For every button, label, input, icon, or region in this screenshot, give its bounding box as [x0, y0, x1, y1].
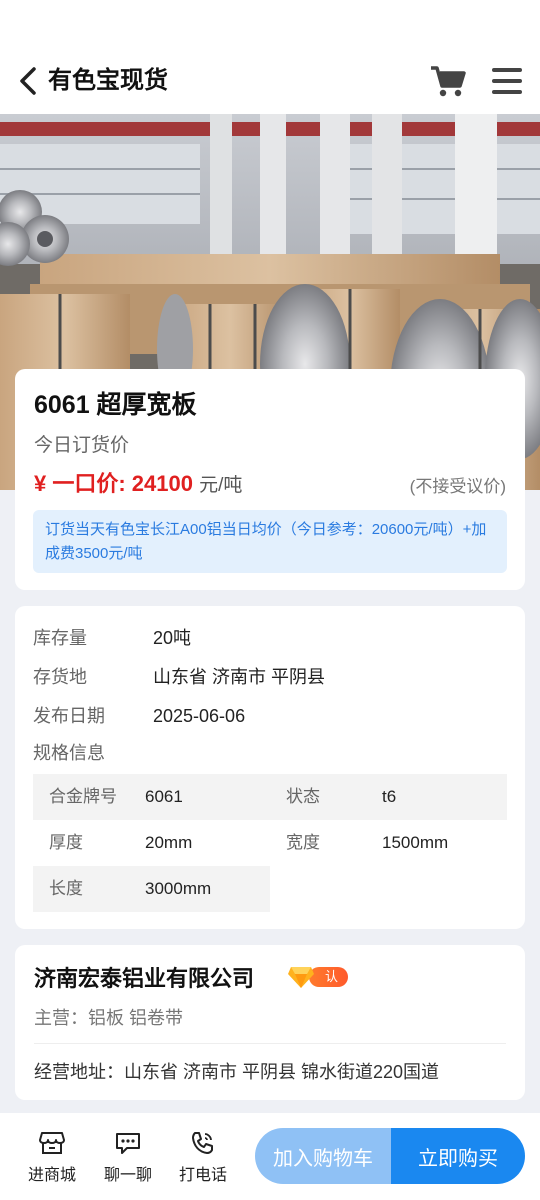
spec-cell: 宽度 1500mm — [270, 820, 507, 866]
date-value: 2025-06-06 — [153, 706, 246, 726]
spec-cell: 合金牌号 6061 — [33, 774, 270, 820]
product-name: 6061 超厚宽板 — [34, 391, 197, 419]
spec-key: 厚度 — [49, 833, 83, 852]
diamond-icon — [288, 967, 314, 988]
spec-value: 6061 — [145, 787, 183, 806]
price-card: 6061 超厚宽板 今日订货价 ¥ 一口价: 24100 元/吨 (不接受议价)… — [15, 369, 525, 590]
price-value: ¥ 一口价: 24100 元/吨 — [34, 466, 242, 498]
call-label: 打电话 — [178, 1167, 227, 1184]
stock-row: 库存量 20吨 — [33, 624, 191, 650]
add-to-cart-button[interactable]: 加入购物车 — [255, 1128, 391, 1184]
call-button[interactable]: 打电话 — [171, 1131, 235, 1185]
location-value: 山东省 济南市 平阴县 — [153, 667, 326, 687]
price-unit: 元/吨 — [199, 475, 243, 496]
main-business: 主营：铝板 铝卷带 — [34, 1008, 184, 1028]
shop-label: 进商城 — [27, 1167, 76, 1184]
spec-cell: 长度 3000mm — [33, 866, 270, 912]
company-address: 经营地址：山东省 济南市 平阴县 锦水街道220国道 — [34, 1062, 440, 1082]
chat-button[interactable]: 聊一聊 — [96, 1131, 160, 1185]
location-label: 存货地 — [33, 667, 87, 687]
spec-key: 状态 — [286, 787, 320, 806]
buy-now-button[interactable]: 立即购买 — [391, 1128, 525, 1184]
spec-value: 3000mm — [145, 879, 212, 898]
spec-value: t6 — [382, 787, 397, 806]
date-row: 发布日期 2025-06-06 — [33, 702, 245, 728]
price-label: 今日订货价 — [34, 435, 130, 456]
store-icon — [39, 1132, 65, 1154]
shop-button[interactable]: 进商城 — [20, 1131, 84, 1185]
spec-key: 长度 — [49, 879, 83, 898]
page-title: 有色宝现货 — [48, 67, 168, 94]
price-amount: ¥ 一口价: 24100 — [34, 471, 193, 496]
location-row: 存货地 山东省 济南市 平阴县 — [33, 663, 325, 689]
bottom-action-bar: 进商城 聊一聊 打电话 加入购物车 立即购买 — [0, 1113, 540, 1200]
spec-value: 20mm — [145, 833, 193, 852]
phone-icon — [192, 1132, 213, 1154]
hamburger-menu-icon[interactable] — [490, 66, 524, 96]
pricing-formula-note: 订货当天有色宝长江A00铝当日均价（今日参考：20600元/吨）+加成费3500… — [33, 510, 507, 573]
company-name[interactable]: 济南宏泰铝业有限公司 — [34, 961, 254, 993]
stock-value: 20吨 — [153, 628, 192, 648]
no-bargain-note: (不接受议价) — [409, 477, 506, 496]
chat-icon — [116, 1133, 140, 1154]
spec-cell: 状态 t6 — [270, 774, 507, 820]
product-info-card: 库存量 20吨 存货地 山东省 济南市 平阴县 发布日期 2025-06-06 规格信… — [15, 606, 525, 929]
top-navigation-bar: 有色宝现货 — [0, 0, 540, 114]
date-label: 发布日期 — [33, 706, 105, 726]
spec-title: 规格信息 — [33, 743, 105, 763]
stock-label: 库存量 — [33, 628, 87, 648]
spec-value: 1500mm — [382, 833, 449, 852]
chevron-left-icon[interactable] — [14, 64, 44, 98]
cart-icon[interactable] — [430, 64, 466, 98]
company-card[interactable]: 济南宏泰铝业有限公司 认证 主营：铝板 铝卷带 经营地址：山东省 济南市 平阴县… — [15, 945, 525, 1100]
divider — [34, 1043, 506, 1044]
spec-key: 合金牌号 — [49, 787, 117, 806]
spec-cell: 厚度 20mm — [33, 820, 270, 866]
chat-label: 聊一聊 — [103, 1167, 152, 1184]
spec-key: 宽度 — [286, 833, 320, 852]
